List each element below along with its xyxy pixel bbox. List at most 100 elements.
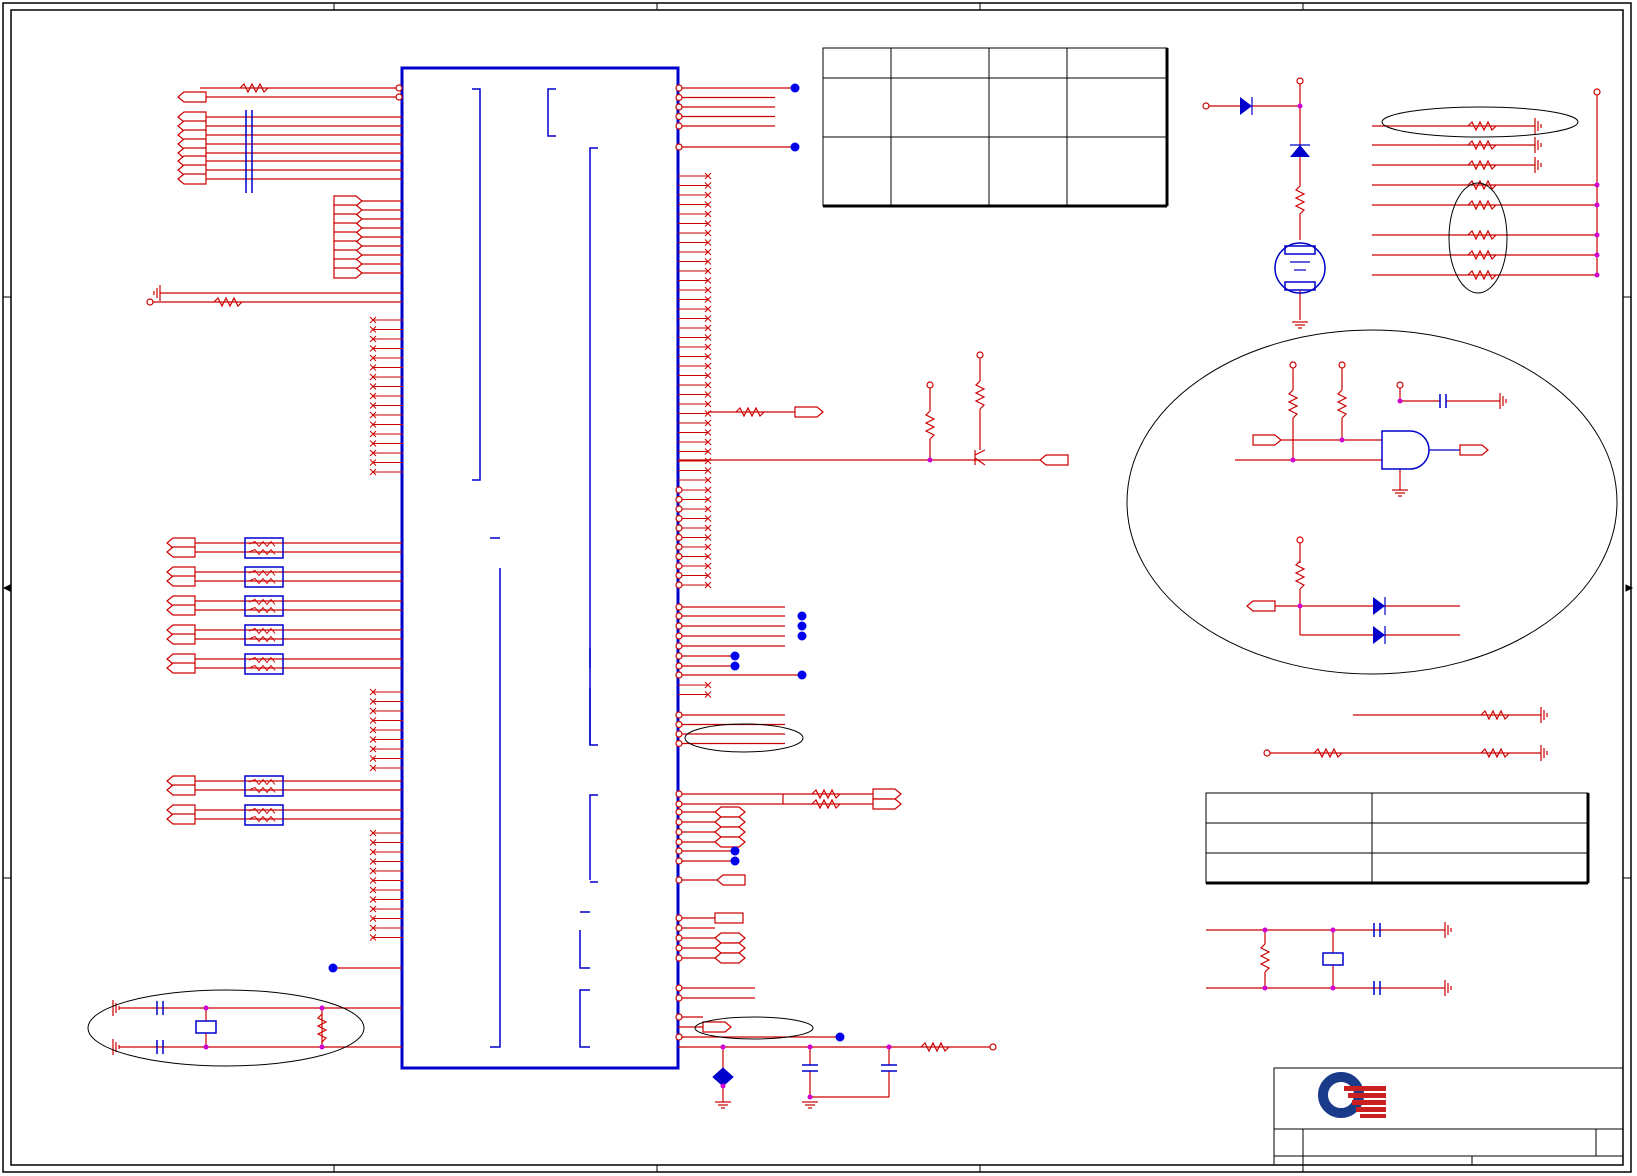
junctions — [203, 103, 1600, 1100]
power-terminal — [675, 543, 683, 551]
coin-battery-icon — [1284, 281, 1316, 291]
resistor-pack-icon — [248, 598, 276, 606]
net-connector-icon — [1246, 600, 1276, 612]
junction — [1339, 437, 1345, 443]
net-connector-icon — [333, 267, 363, 279]
power-terminal — [675, 143, 683, 151]
zone-arrow — [2, 584, 11, 592]
net-connector-icon — [166, 633, 196, 645]
power-terminal — [675, 662, 683, 670]
resistor-icon — [1336, 389, 1348, 419]
resistor-pack-icon — [248, 540, 276, 548]
junction — [1330, 985, 1336, 991]
resistor-pack-icon — [244, 653, 284, 675]
test-point — [730, 661, 740, 671]
quanta-logo — [1318, 1072, 1386, 1118]
power-terminal — [675, 562, 683, 570]
power-terminal — [675, 552, 683, 561]
resistor-pack-icon — [244, 775, 284, 797]
junction — [807, 1094, 813, 1100]
power-terminal — [675, 944, 683, 952]
power-terminals — [146, 77, 1601, 1051]
coin-battery-icon — [1284, 245, 1316, 255]
power-terminal — [675, 581, 683, 589]
power-terminal — [989, 1043, 997, 1051]
power-terminal — [675, 486, 683, 494]
resistor-icon — [1294, 185, 1306, 215]
and-gate-icon — [1381, 430, 1430, 470]
net-connector-icon — [166, 784, 196, 796]
resistor-pack-icon — [248, 807, 276, 815]
crystal-icon — [1322, 952, 1344, 966]
resistor-pack-icon — [244, 537, 284, 559]
power-terminal — [675, 924, 683, 932]
net-connector-icon — [714, 806, 746, 818]
power-terminal — [675, 818, 683, 826]
net-connector-icon — [714, 816, 746, 828]
resistor-icon — [924, 410, 936, 440]
power-terminal — [675, 1033, 683, 1041]
resistor-icon — [1259, 943, 1271, 973]
resistor-pack-icon — [248, 627, 276, 635]
resistor-pack-icon — [248, 656, 276, 664]
coin-battery-icon — [1274, 242, 1326, 294]
junction — [1594, 202, 1600, 208]
power-terminal — [1593, 88, 1601, 96]
power-terminal — [675, 994, 683, 1002]
diode-icon — [1373, 626, 1385, 644]
net-connector-icon — [1252, 434, 1282, 446]
net-connector-icon — [1039, 454, 1069, 466]
crystal-icon — [195, 1020, 217, 1034]
ic-package-u1 — [400, 66, 680, 1070]
power-terminal — [395, 84, 403, 92]
power-terminal — [675, 622, 683, 630]
power-terminal — [675, 711, 683, 719]
resistor-pack-icon — [248, 569, 276, 577]
resistor-icon — [1294, 560, 1306, 590]
net-connector-icon — [166, 575, 196, 587]
junction — [1594, 232, 1600, 238]
unconnected-pins — [369, 172, 712, 941]
power-terminal — [675, 514, 683, 523]
diode-icon — [1290, 145, 1310, 157]
test-point — [790, 142, 800, 152]
junction — [1594, 272, 1600, 278]
power-terminal — [1289, 361, 1297, 369]
resistor-icon — [1287, 389, 1299, 419]
net-connector-icon — [872, 798, 902, 810]
net-connector-icon — [872, 788, 902, 800]
power-terminal — [1296, 77, 1304, 85]
power-terminal — [675, 857, 683, 865]
power-terminal — [675, 1013, 683, 1021]
net-connector-icon — [716, 874, 746, 886]
net-connectors — [166, 91, 1489, 1033]
power-terminal — [675, 93, 683, 102]
transistor-collector — [974, 449, 986, 456]
power-terminal — [1396, 381, 1404, 389]
test-point — [835, 1032, 845, 1042]
power-terminal — [675, 847, 683, 855]
test-point — [797, 621, 807, 631]
power-terminal — [675, 720, 683, 729]
power-terminal — [675, 642, 683, 650]
power-terminal — [675, 914, 683, 922]
diode-icon — [1240, 97, 1252, 115]
power-terminal — [675, 876, 683, 884]
resistor-pack-icon — [244, 804, 284, 826]
power-terminal — [926, 381, 934, 389]
net-connector-icon — [166, 604, 196, 616]
power-terminal — [675, 808, 683, 816]
junction — [1262, 927, 1268, 933]
test-point — [730, 846, 740, 856]
net-connector-icon — [714, 826, 746, 838]
schematic-sheet — [2, 2, 1634, 1173]
power-terminal — [976, 351, 984, 359]
test-point — [730, 651, 740, 661]
power-terminal — [675, 571, 683, 580]
power-terminal — [675, 495, 683, 504]
test-points — [328, 83, 845, 1042]
junction — [927, 457, 933, 463]
junction — [1594, 252, 1600, 258]
diode-icon — [1373, 597, 1385, 615]
junction — [720, 1044, 726, 1050]
